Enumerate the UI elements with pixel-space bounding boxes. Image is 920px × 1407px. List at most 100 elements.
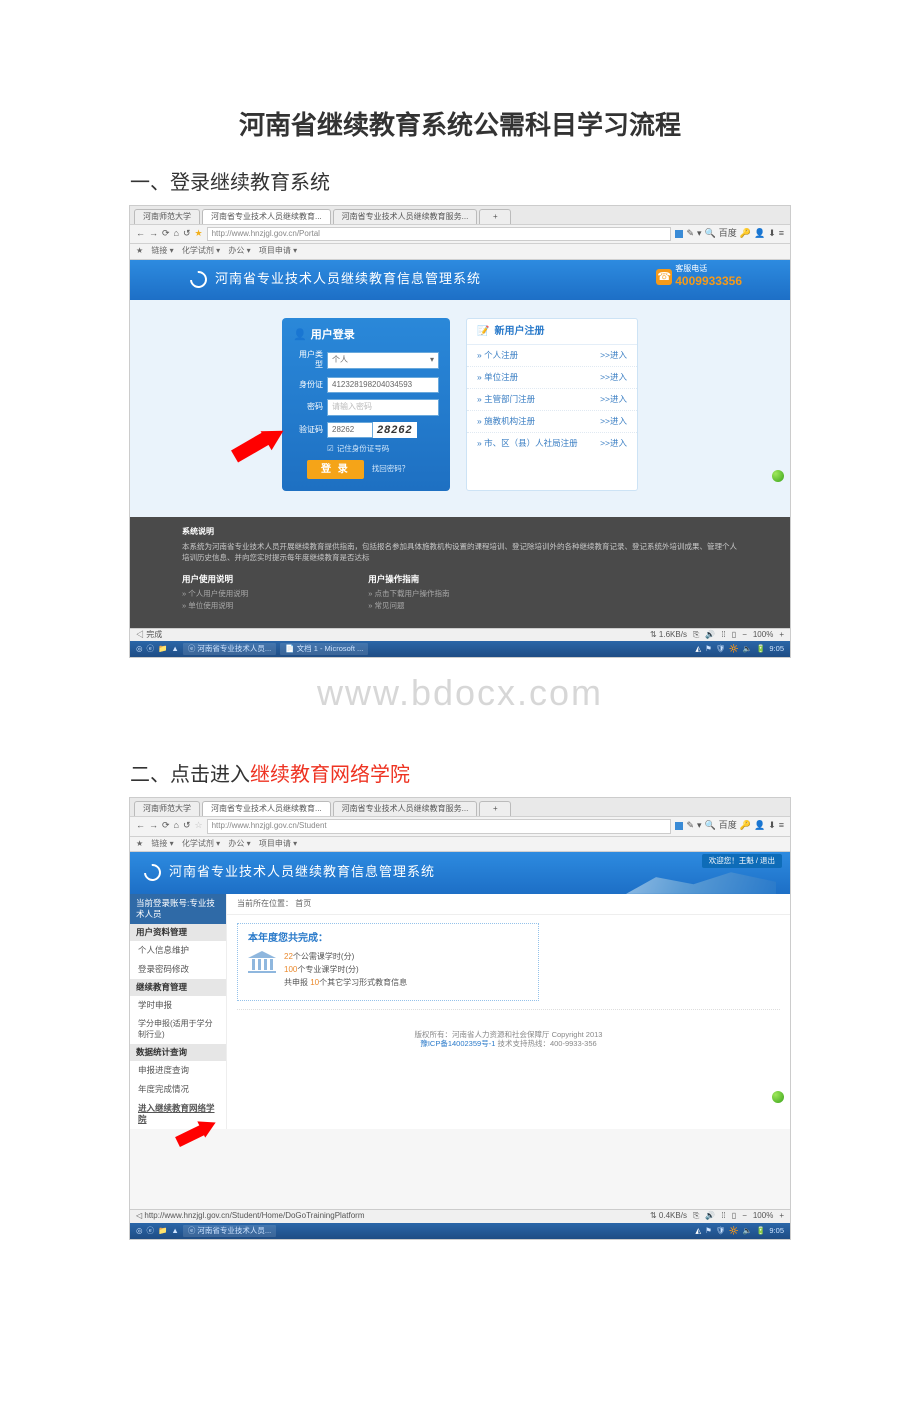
sb-sound-icon[interactable]: 🔊 — [705, 630, 715, 640]
tray2-net-icon[interactable]: 🔆 — [729, 1226, 738, 1236]
reg-go-2[interactable]: >>进入 — [600, 394, 627, 405]
sidebar-item-password[interactable]: 登录密码修改 — [130, 960, 226, 979]
edit-icon[interactable]: ✎ — [686, 228, 694, 240]
star-icon[interactable]: ★ — [195, 228, 203, 240]
reg-go-1[interactable]: >>进入 — [600, 372, 627, 383]
tb2-task-1[interactable]: ⓔ 河南省专业技术人员... — [183, 1225, 276, 1237]
sb-icon-1[interactable]: ⎘ — [693, 630, 699, 640]
back-icon-2[interactable]: ← — [136, 820, 145, 832]
forward-icon[interactable]: → — [149, 228, 158, 240]
mode-icon-2[interactable] — [675, 822, 683, 830]
edit-icon-2[interactable]: ✎ — [686, 820, 694, 832]
usage-link-1[interactable]: » 个人用户使用说明 — [182, 588, 248, 600]
tray-sound-icon[interactable]: 🔈 — [743, 644, 752, 654]
ext-icon[interactable]: 🔑 — [740, 228, 751, 240]
bm-apply[interactable]: 项目申请 ▾ — [259, 246, 297, 255]
zoom-in-icon[interactable]: + — [779, 630, 784, 640]
empty-star-icon[interactable]: ☆ — [195, 820, 203, 832]
tab-1[interactable]: 河南师范大学 — [134, 209, 200, 224]
dropdown-icon[interactable]: ▾ — [697, 228, 702, 240]
tray2-batt-icon[interactable]: 🔋 — [756, 1226, 765, 1236]
new-tab-button-2[interactable]: + — [479, 801, 511, 816]
menu-icon-2[interactable]: ≡ — [779, 820, 784, 832]
remember-checkbox[interactable]: ☑记住身份证号码 — [327, 444, 439, 454]
tray-net-icon[interactable]: 🔆 — [729, 644, 738, 654]
download-icon[interactable]: ⬇ — [768, 228, 776, 240]
bm-star-icon-2[interactable]: ★ — [136, 839, 143, 848]
reg-item-unit[interactable]: » 单位注册 — [477, 372, 518, 383]
sidebar-item-annual[interactable]: 年度完成情况 — [130, 1080, 226, 1099]
tb-task-2[interactable]: 📄 文档 1 - Microsoft ... — [280, 643, 368, 655]
back-icon[interactable]: ← — [136, 228, 145, 240]
tb-folder-icon[interactable]: 📁 — [158, 644, 167, 654]
search-engine-icon-2[interactable]: 🔍 — [705, 820, 716, 832]
start-icon-2[interactable]: ◎ — [136, 1226, 143, 1236]
bm-chem[interactable]: 化学试剂 ▾ — [182, 246, 220, 255]
menu-icon[interactable]: ≡ — [779, 228, 784, 240]
reg-item-personal[interactable]: » 个人注册 — [477, 350, 518, 361]
tab-2-active[interactable]: 河南省专业技术人员继续教育... — [202, 209, 331, 224]
url-input-2[interactable]: http://www.hnzjgl.gov.cn/Student — [207, 819, 672, 833]
bm2-links[interactable]: 链接 ▾ — [151, 839, 173, 848]
dropdown-icon-2[interactable]: ▾ — [697, 820, 702, 832]
user-type-select[interactable]: 个人 ▾ — [327, 352, 439, 368]
sidebar-item-progress[interactable]: 申报进度查询 — [130, 1061, 226, 1080]
zoom-out-icon-2[interactable]: − — [742, 1211, 747, 1221]
welcome-badge[interactable]: 欢迎您！王魁 / 退出 — [702, 854, 782, 868]
tray-batt-icon[interactable]: 🔋 — [756, 644, 765, 654]
tray2-flag-icon[interactable]: ⚑ — [705, 1226, 712, 1236]
tb-task-1[interactable]: ⓔ 河南省专业技术人员... — [183, 643, 276, 655]
zoom-in-icon-2[interactable]: + — [779, 1211, 784, 1221]
footer-icp-link[interactable]: 豫ICP备14002359号-1 — [420, 1039, 495, 1048]
restore-icon[interactable]: ↺ — [183, 228, 191, 240]
bm2-apply[interactable]: 项目申请 ▾ — [259, 839, 297, 848]
home-icon-2[interactable]: ⌂ — [174, 820, 179, 832]
captcha-image[interactable]: 28262 — [373, 422, 417, 438]
sb2-icon-1[interactable]: ⎘ — [693, 1211, 699, 1221]
forward-icon-2[interactable]: → — [149, 820, 158, 832]
sidebar-item-hours[interactable]: 学时申报 — [130, 996, 226, 1015]
download-icon-2[interactable]: ⬇ — [768, 820, 776, 832]
bm-office[interactable]: 办公 ▾ — [228, 246, 250, 255]
bm2-chem[interactable]: 化学试剂 ▾ — [182, 839, 220, 848]
sidebar-item-profile[interactable]: 个人信息维护 — [130, 941, 226, 960]
tab2-1[interactable]: 河南师范大学 — [134, 801, 200, 816]
tb2-folder-icon[interactable]: 📁 — [158, 1226, 167, 1236]
tab2-2-active[interactable]: 河南省专业技术人员继续教育... — [202, 801, 331, 816]
sb2-split-icon[interactable]: ▯ — [732, 1211, 736, 1221]
home-icon[interactable]: ⌂ — [174, 228, 179, 240]
sidebar-item-credits[interactable]: 学分申报(适用于学分制行业) — [130, 1015, 226, 1044]
refresh-icon-2[interactable]: ⟳ — [162, 820, 170, 832]
login-button[interactable]: 登 录 — [307, 460, 364, 479]
reg-item-bureau[interactable]: » 市、区（县）人社局注册 — [477, 438, 578, 449]
tray2-up-icon[interactable]: ◭ — [695, 1226, 701, 1236]
sb-split-icon[interactable]: ▯ — [732, 630, 736, 640]
id-input[interactable]: 412328198204034593 — [327, 377, 439, 393]
tray-up-icon[interactable]: ◭ — [695, 644, 701, 654]
ext2-icon[interactable]: 👤 — [754, 228, 765, 240]
url-input[interactable]: http://www.hnzjgl.gov.cn/Portal — [207, 227, 672, 241]
forgot-password-link[interactable]: 找回密码？ — [372, 464, 410, 474]
guide-link-2[interactable]: » 常见问题 — [368, 600, 449, 612]
sb-grid-icon[interactable]: ⁞⁞ — [721, 630, 725, 640]
reg-go-0[interactable]: >>进入 — [600, 350, 627, 361]
tab2-3[interactable]: 河南省专业技术人员继续教育服务... — [333, 801, 478, 816]
reg-item-org[interactable]: » 施教机构注册 — [477, 416, 535, 427]
guide-link-1[interactable]: » 点击下载用户操作指南 — [368, 588, 449, 600]
tray2-sound-icon[interactable]: 🔈 — [743, 1226, 752, 1236]
tray-flag-icon[interactable]: ⚑ — [705, 644, 712, 654]
new-tab-button[interactable]: + — [479, 209, 511, 224]
tray2-shield-icon[interactable]: 🛡 — [716, 1226, 726, 1236]
start-icon[interactable]: ◎ — [136, 644, 143, 654]
reg-go-4[interactable]: >>进入 — [600, 438, 627, 449]
sb2-sound-icon[interactable]: 🔊 — [705, 1211, 715, 1221]
tb2-net-icon[interactable]: ▲ — [171, 1226, 178, 1236]
sb2-grid-icon[interactable]: ⁞⁞ — [721, 1211, 725, 1221]
reg-item-dept[interactable]: » 主管部门注册 — [477, 394, 535, 405]
ext-icon-2[interactable]: 🔑 — [740, 820, 751, 832]
refresh-icon[interactable]: ⟳ — [162, 228, 170, 240]
tb2-ie-icon[interactable]: ⓔ — [147, 1226, 155, 1236]
restore-icon-2[interactable]: ↺ — [183, 820, 191, 832]
bm-star-icon[interactable]: ★ — [136, 246, 143, 255]
search-engine-icon[interactable]: 🔍 — [705, 228, 716, 240]
